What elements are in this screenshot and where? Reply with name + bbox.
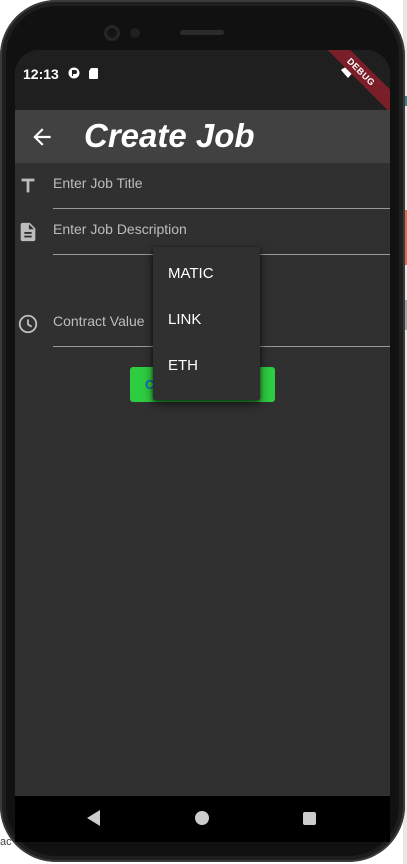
app-notification-icon	[68, 67, 80, 79]
text-format-icon	[21, 178, 35, 193]
menu-item-link[interactable]: LINK	[153, 297, 260, 343]
app-screen: 12:13 DEBUG Create Job Enter Job Title E…	[15, 50, 390, 830]
contract-value-placeholder: Contract Value	[53, 313, 145, 329]
job-title-field[interactable]: Enter Job Title	[15, 163, 390, 209]
sd-card-icon	[89, 68, 98, 79]
document-icon	[20, 222, 36, 242]
nav-recents-icon[interactable]	[303, 812, 316, 825]
menu-item-label: LINK	[168, 311, 202, 328]
menu-item-eth[interactable]: ETH	[153, 343, 260, 389]
job-title-placeholder: Enter Job Title	[53, 175, 143, 191]
front-camera	[104, 25, 120, 41]
status-bar: 12:13 DEBUG	[15, 50, 390, 117]
app-bar: Create Job	[15, 110, 390, 163]
clock-icon	[18, 314, 38, 334]
proximity-sensor	[130, 28, 140, 38]
job-description-placeholder: Enter Job Description	[53, 221, 187, 237]
menu-item-matic[interactable]: MATIC	[153, 251, 260, 297]
menu-item-label: ETH	[168, 357, 198, 374]
debug-banner: DEBUG	[316, 50, 390, 117]
menu-item-label: MATIC	[168, 265, 214, 282]
nav-back-icon[interactable]	[87, 810, 100, 826]
arrow-back-icon[interactable]	[29, 124, 55, 150]
status-time: 12:13	[23, 66, 59, 82]
system-navigation-bar	[15, 796, 390, 842]
currency-dropdown-menu: MATIC LINK ETH	[153, 247, 260, 400]
earpiece-speaker	[180, 30, 224, 35]
page-title: Create Job	[84, 117, 255, 154]
phone-frame: 12:13 DEBUG Create Job Enter Job Title E…	[0, 0, 405, 862]
nav-home-icon[interactable]	[195, 811, 209, 825]
